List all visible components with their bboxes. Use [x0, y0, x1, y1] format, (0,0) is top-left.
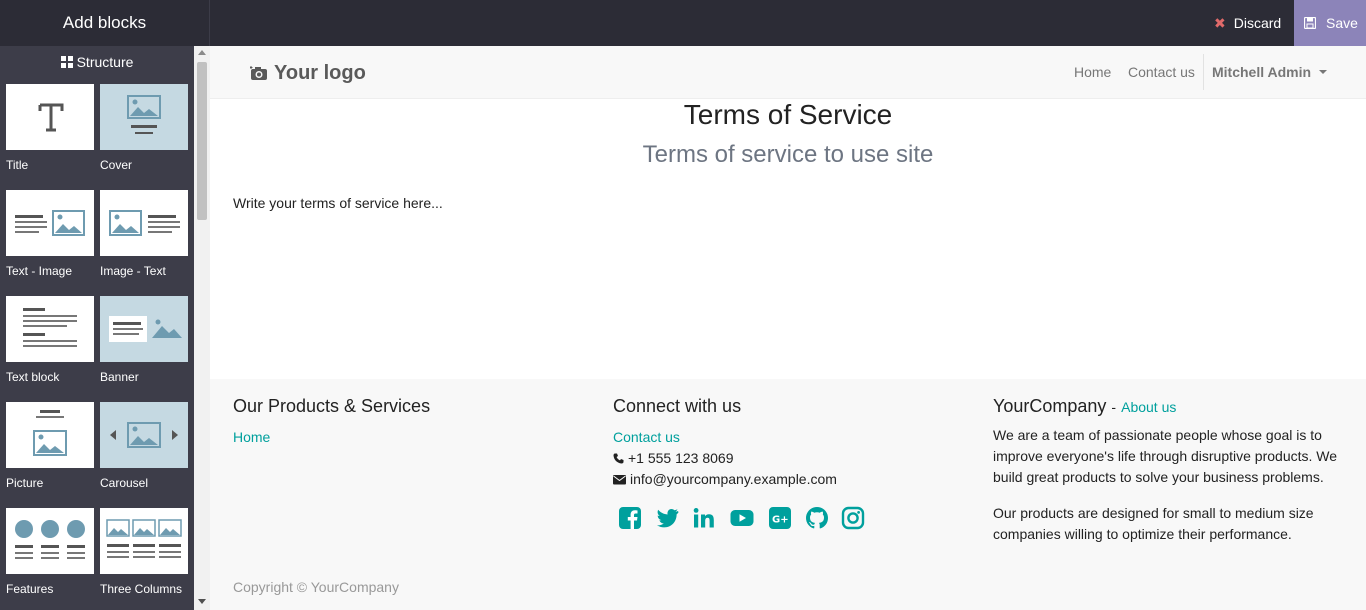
block-image-text[interactable]: Image - Text: [100, 190, 188, 278]
page-title[interactable]: Terms of Service: [210, 99, 1366, 131]
discard-button[interactable]: ✖ Discard: [1202, 0, 1294, 46]
block-carousel[interactable]: Carousel: [100, 402, 188, 490]
paragraph-icon: [23, 308, 77, 347]
footer-heading-company: YourCompany - About us: [993, 396, 1343, 418]
sidebar-scrollbar[interactable]: [194, 46, 210, 610]
nav-link-home[interactable]: Home: [1074, 64, 1111, 80]
banner-icon: [109, 316, 182, 342]
block-label: Title: [6, 158, 29, 172]
footer-heading: Connect with us: [613, 396, 742, 416]
camera-icon: [250, 66, 267, 80]
text-image-icon: [15, 210, 85, 236]
grid-icon: [60, 56, 73, 68]
company-target-description: Our products are designed for small to m…: [993, 505, 1314, 542]
block-label: Features: [6, 582, 54, 596]
cover-block-thumbnail: [100, 84, 188, 150]
block-text-image[interactable]: Text - Image: [6, 190, 94, 278]
scroll-down-arrow[interactable]: [198, 599, 206, 604]
nav-link-contact-us[interactable]: Contact us: [1128, 64, 1195, 80]
phone-icon: [613, 453, 624, 464]
structure-label: Structure: [76, 54, 134, 70]
block-features[interactable]: Features: [6, 508, 94, 596]
page-subtitle[interactable]: Terms of service to use site: [210, 141, 1366, 169]
three-columns-icon: [106, 519, 182, 558]
footer-column-products: Our Products & Services Home: [233, 396, 430, 445]
site-navbar: Your logo Home Contact us Mitchell Admin: [210, 46, 1366, 99]
picture-block-thumbnail: [6, 402, 94, 468]
discard-label: Discard: [1233, 15, 1282, 31]
floppy-disk-icon: [1304, 17, 1316, 29]
site-logo[interactable]: Your logo: [250, 60, 366, 86]
website-canvas: Your logo Home Contact us Mitchell Admin…: [210, 46, 1366, 610]
block-picture[interactable]: Picture: [6, 402, 94, 490]
block-label: Text - Image: [6, 264, 73, 278]
github-icon[interactable]: [805, 506, 829, 530]
features-block-thumbnail: [6, 508, 94, 574]
google-plus-icon[interactable]: G+: [768, 506, 792, 530]
save-label: Save: [1326, 15, 1358, 31]
text-block-thumbnail: [6, 296, 94, 362]
image-text-icon: [109, 210, 180, 236]
phone-number: +1 555 123 8069: [628, 450, 734, 466]
save-button[interactable]: Save: [1294, 0, 1366, 46]
twitter-icon[interactable]: [655, 506, 679, 530]
footer-link-contact-us[interactable]: Contact us: [613, 429, 837, 445]
footer-email: info@yourcompany.example.com: [613, 471, 837, 487]
block-label: Text block: [6, 370, 60, 384]
footer-link-home[interactable]: Home: [233, 429, 430, 445]
close-icon: ✖: [1214, 15, 1226, 31]
caret-down-icon: [1319, 70, 1328, 74]
envelope-icon: [613, 475, 626, 485]
carousel-icon: [110, 422, 178, 448]
carousel-block-thumbnail: [100, 402, 188, 468]
block-title[interactable]: Title: [6, 84, 94, 172]
image-text-block-thumbnail: [100, 190, 188, 256]
facebook-icon[interactable]: [618, 506, 642, 530]
block-label: Carousel: [100, 476, 149, 490]
youtube-icon[interactable]: [730, 506, 754, 530]
svg-text:G+: G+: [772, 515, 789, 526]
linkedin-icon[interactable]: [692, 506, 716, 530]
logo-text: Your logo: [274, 62, 366, 84]
footer-heading: Our Products & Services: [233, 396, 431, 416]
text-t-icon: [38, 103, 64, 132]
block-three-columns[interactable]: Three Columns: [100, 508, 188, 596]
block-cover[interactable]: Cover: [100, 84, 188, 172]
page-body-text[interactable]: Write your terms of service here...: [233, 195, 443, 211]
nav-divider: [1203, 54, 1204, 90]
block-label: Three Columns: [100, 582, 183, 596]
picture-icon: [33, 410, 67, 456]
footer-column-company: YourCompany - About us We are a team of …: [993, 396, 1343, 545]
site-footer: Our Products & Services Home Connect wit…: [210, 379, 1366, 610]
add-blocks-title: Add blocks: [0, 0, 210, 46]
heading-separator: -: [1111, 399, 1117, 415]
copyright-text: Copyright © YourCompany: [233, 579, 399, 595]
text-image-block-thumbnail: [6, 190, 94, 256]
title-block-thumbnail: [6, 84, 94, 150]
blocks-sidebar: Structure Title Cover Text - Image Image…: [0, 46, 210, 610]
user-menu[interactable]: Mitchell Admin: [1212, 64, 1328, 80]
footer-phone: +1 555 123 8069: [613, 450, 837, 466]
block-text-block[interactable]: Text block: [6, 296, 94, 384]
scrollbar-thumb[interactable]: [197, 62, 207, 220]
company-name: YourCompany: [993, 396, 1107, 416]
block-label: Cover: [100, 158, 133, 172]
user-name: Mitchell Admin: [1212, 64, 1312, 80]
block-label: Banner: [100, 370, 139, 384]
banner-block-thumbnail: [100, 296, 188, 362]
block-label: Picture: [6, 476, 44, 490]
block-label: Image - Text: [100, 264, 166, 278]
footer-link-about-us[interactable]: About us: [1121, 399, 1176, 415]
company-description: We are a team of passionate people whose…: [993, 427, 1338, 485]
block-banner[interactable]: Banner: [100, 296, 188, 384]
structure-section-header: Structure: [0, 52, 194, 72]
features-icon: [15, 520, 85, 559]
editor-topbar: Add blocks ✖ Discard Save: [0, 0, 1366, 46]
footer-column-connect: Connect with us Contact us +1 555 123 80…: [613, 396, 837, 487]
three-columns-block-thumbnail: [100, 508, 188, 574]
image-icon: [127, 95, 161, 134]
email-address: info@yourcompany.example.com: [630, 471, 837, 487]
scroll-up-arrow[interactable]: [198, 50, 206, 55]
instagram-icon[interactable]: [841, 506, 865, 530]
